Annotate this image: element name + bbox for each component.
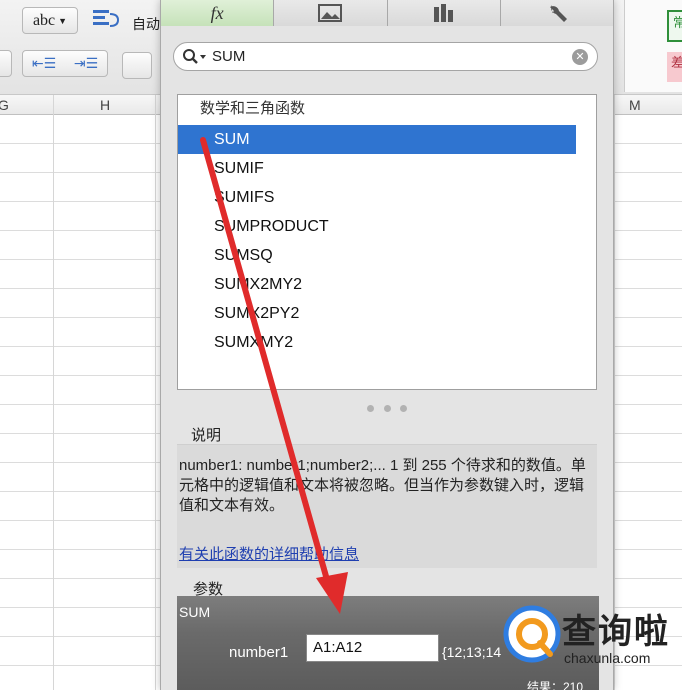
function-item-sum[interactable]: SUM xyxy=(178,125,576,154)
function-item-sumxmy2[interactable]: SUMXMY2 xyxy=(178,328,576,357)
watermark-url: chaxunla.com xyxy=(564,650,651,666)
tab-formula-builder[interactable]: fx xyxy=(161,0,275,26)
style-bad[interactable]: 差 xyxy=(667,52,682,82)
style-normal[interactable]: 常 xyxy=(667,10,682,42)
description-text: number1: number1;number2;... 1 到 255 个待求… xyxy=(179,457,586,514)
function-category: 数学和三角函数 xyxy=(200,100,306,117)
resize-handle[interactable] xyxy=(367,405,407,413)
grid-line xyxy=(155,95,156,690)
function-item-sumproduct[interactable]: SUMPRODUCT xyxy=(178,212,576,241)
indent-group: ⇤☰ ⇥☰ xyxy=(22,50,108,77)
function-search[interactable]: SUM ✕ xyxy=(173,42,598,71)
fx-icon: fx xyxy=(210,2,224,23)
tab-charts[interactable] xyxy=(387,0,501,26)
search-icon[interactable] xyxy=(182,48,208,66)
argument-name: number1 xyxy=(229,644,289,661)
merge-cells-icon[interactable] xyxy=(122,52,152,79)
help-link[interactable]: 有关此函数的详细帮助信息 xyxy=(179,543,359,564)
decrease-indent-icon[interactable]: ⇤☰ xyxy=(32,55,56,72)
argument-input[interactable]: A1:A12 xyxy=(306,634,439,662)
function-item-sumif[interactable]: SUMIF xyxy=(178,154,576,183)
tab-tools[interactable] xyxy=(500,0,613,26)
column-g-header[interactable]: G xyxy=(0,97,9,113)
chevron-down-icon: ▼ xyxy=(58,15,68,26)
watermark: 查询啦 chaxunla.com xyxy=(500,598,682,684)
clear-icon[interactable]: ✕ xyxy=(572,49,588,65)
spelling-label: abc xyxy=(32,11,56,29)
align-button[interactable] xyxy=(0,50,12,77)
function-list[interactable]: 数学和三角函数 SUM SUMIF SUMIFS SUMPRODUCT SUMS… xyxy=(177,94,597,390)
auto-label: 自动 xyxy=(132,16,160,32)
spelling-button[interactable]: abc ▼ xyxy=(22,7,78,34)
search-logo-icon xyxy=(503,605,561,663)
search-input[interactable]: SUM xyxy=(212,48,245,65)
watermark-text: 查询啦 xyxy=(562,613,670,651)
increase-indent-icon[interactable]: ⇥☰ xyxy=(74,55,98,72)
column-chart-icon xyxy=(433,4,453,22)
cell-styles: 常 差 xyxy=(624,0,682,92)
function-item-sumifs[interactable]: SUMIFS xyxy=(178,183,576,212)
column-h-header[interactable]: H xyxy=(100,97,110,113)
builder-tabs: fx xyxy=(161,0,613,26)
image-icon xyxy=(318,4,343,22)
column-m-header[interactable]: M xyxy=(629,97,641,113)
formula-builder-panel: fx SUM ✕ 数学和三角函数 SUM SUMIF SUMIFS SUMPRO… xyxy=(160,0,614,690)
description-box: number1: number1;number2;... 1 到 255 个待求… xyxy=(177,444,597,568)
function-item-sumx2my2[interactable]: SUMX2MY2 xyxy=(178,270,576,299)
wrap-text-icon[interactable] xyxy=(92,8,122,32)
description-label: 说明 xyxy=(191,427,222,444)
function-item-sumx2py2[interactable]: SUMX2PY2 xyxy=(178,299,576,328)
tab-media[interactable] xyxy=(274,0,388,26)
wrench-icon xyxy=(549,5,567,22)
function-item-sumsq[interactable]: SUMSQ xyxy=(178,241,576,270)
grid-line xyxy=(53,95,54,690)
argument-result: {12;13;14 xyxy=(442,644,502,660)
arguments-function-name: SUM xyxy=(179,604,211,620)
